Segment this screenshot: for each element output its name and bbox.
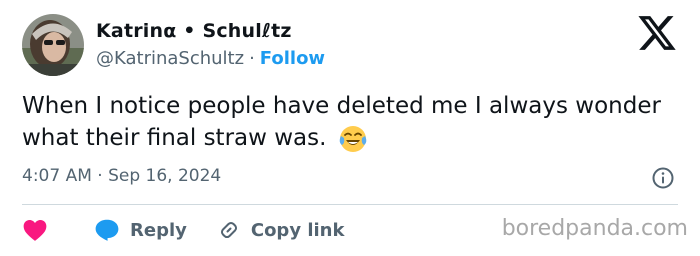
- speech-bubble-icon: [95, 219, 119, 241]
- link-icon: [220, 221, 237, 239]
- author-name-row: Katrinα • Schulℓtz: [96, 20, 292, 42]
- action-bar: Reply Copy link: [22, 215, 344, 245]
- reply-button[interactable]: Reply: [94, 218, 187, 242]
- avatar[interactable]: [22, 14, 84, 76]
- copy-link-label: Copy link: [250, 219, 345, 241]
- x-logo-icon[interactable]: [636, 14, 678, 52]
- avatar-image: [22, 14, 84, 76]
- heart-icon: [23, 220, 47, 241]
- author-display-name[interactable]: Katrinα • Schulℓtz: [96, 20, 292, 42]
- handle-separator: ·: [249, 48, 255, 69]
- info-icon[interactable]: [651, 166, 675, 190]
- follow-button[interactable]: Follow: [260, 48, 325, 69]
- laughing-crying-emoji-icon: [338, 124, 368, 154]
- reply-label: Reply: [130, 219, 187, 241]
- tweet-text: When I notice people have deleted me I a…: [22, 90, 662, 154]
- divider: [22, 204, 678, 205]
- copy-link-button[interactable]: Copy link: [217, 218, 345, 242]
- watermark: boredpanda.com: [501, 216, 688, 241]
- like-button[interactable]: [22, 218, 48, 242]
- tweet-timestamp[interactable]: 4:07 AM · Sep 16, 2024: [22, 166, 221, 186]
- author-handle-row: @KatrinaSchultz · Follow: [96, 48, 325, 69]
- author-handle[interactable]: @KatrinaSchultz: [96, 48, 244, 69]
